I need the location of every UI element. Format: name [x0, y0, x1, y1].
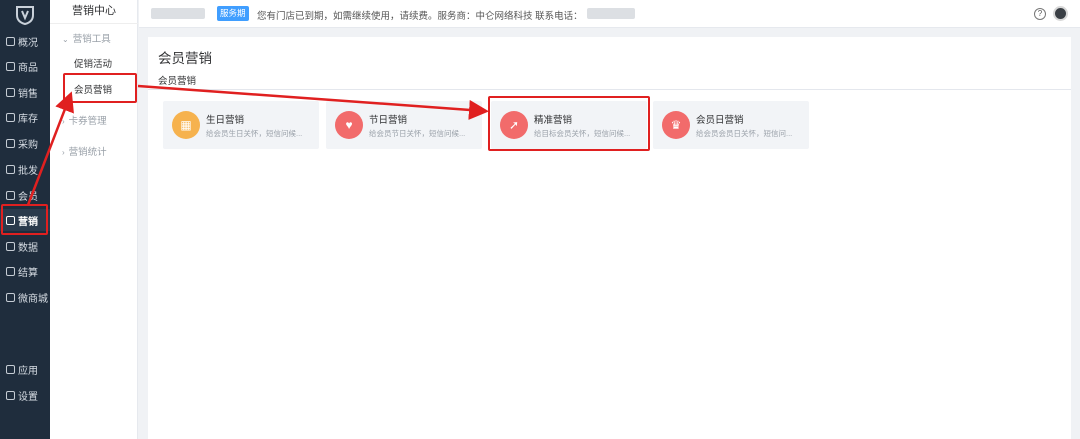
submenu-group-tools[interactable]: ⌄ 营销工具 — [62, 31, 111, 45]
rail-item-purchase[interactable]: 采购 — [0, 132, 50, 154]
highlight-member-marketing — [63, 73, 137, 103]
cake-icon: ▦ — [172, 111, 200, 139]
rail-item-member[interactable]: 会员 — [0, 184, 50, 206]
submenu-item-promo[interactable]: 促销活动 — [74, 56, 112, 70]
chevron-down-icon: ⌄ — [62, 35, 69, 44]
card-desc: 给会员生日关怀，短信问候... — [206, 129, 303, 138]
purchase-icon — [6, 138, 15, 148]
submenu-group-coupon[interactable]: › 卡券管理 — [62, 113, 107, 127]
sales-icon — [6, 87, 15, 97]
service-period-badge[interactable]: 服务期 — [217, 6, 249, 21]
card-desc: 给会员会员日关怀，短信问... — [696, 129, 793, 138]
apps-icon — [6, 364, 15, 374]
chevron-right-icon: › — [62, 117, 65, 126]
card-member-day-marketing[interactable]: ♛ 会员日营销 给会员会员日关怀，短信问... — [653, 101, 809, 149]
tab-member-marketing[interactable]: 会员营销 — [158, 73, 196, 87]
highlight-marketing-rail — [1, 204, 48, 235]
inventory-icon — [6, 112, 15, 122]
avatar[interactable] — [1053, 6, 1068, 21]
balloon-icon: ♥ — [335, 111, 363, 139]
tab-divider — [148, 89, 1071, 90]
page-title: 会员营销 — [158, 51, 212, 66]
submenu-title: 营销中心 — [50, 0, 138, 24]
rail-item-data[interactable]: 数据 — [0, 235, 50, 257]
marketing-submenu: 营销中心 ⌄ 营销工具 促销活动 会员营销 › 卡券管理 › 营销统计 — [50, 0, 138, 439]
microshop-icon — [6, 292, 15, 302]
submenu-group-stats[interactable]: › 营销统计 — [62, 144, 107, 158]
rail-item-overview[interactable]: 概况 — [0, 30, 50, 52]
chevron-right-icon: › — [62, 148, 65, 157]
rail-item-microshop[interactable]: 微商城 — [0, 286, 50, 308]
wholesale-icon — [6, 164, 15, 174]
rail-item-settlement[interactable]: 结算 — [0, 260, 50, 282]
card-birthday-marketing[interactable]: ▦ 生日营销 给会员生日关怀，短信问候... — [163, 101, 319, 149]
goods-icon — [6, 61, 15, 71]
crown-icon: ♛ — [662, 111, 690, 139]
rail-item-inventory[interactable]: 库存 — [0, 106, 50, 128]
settings-icon — [6, 390, 15, 400]
rail-item-sales[interactable]: 销售 — [0, 81, 50, 103]
top-bar: 服务期 您有门店已到期，如需继续使用，请续费。服务商：中仑网络科技 联系电话： … — [139, 0, 1080, 28]
member-icon — [6, 190, 15, 200]
phone-redacted — [587, 8, 635, 19]
store-name-redacted — [151, 8, 205, 19]
rail-item-goods[interactable]: 商品 — [0, 55, 50, 77]
help-icon[interactable]: ? — [1034, 8, 1046, 20]
settlement-icon — [6, 266, 15, 276]
card-title: 生日营销 — [206, 115, 245, 126]
logo-icon — [16, 6, 34, 26]
card-holiday-marketing[interactable]: ♥ 节日营销 给会员节日关怀，短信问候... — [326, 101, 482, 149]
rail-item-wholesale[interactable]: 批发 — [0, 158, 50, 180]
expiry-notice: 您有门店已到期，如需继续使用，请续费。服务商：中仑网络科技 联系电话： — [257, 11, 583, 22]
rail-item-settings[interactable]: 设置 — [0, 384, 50, 406]
card-title: 节日营销 — [369, 115, 408, 126]
highlight-precision-card — [488, 96, 650, 151]
home-icon — [6, 36, 15, 46]
card-desc: 给会员节日关怀，短信问候... — [369, 129, 466, 138]
data-icon — [6, 241, 15, 251]
card-title: 会员日营销 — [696, 115, 744, 126]
rail-item-apps[interactable]: 应用 — [0, 358, 50, 380]
